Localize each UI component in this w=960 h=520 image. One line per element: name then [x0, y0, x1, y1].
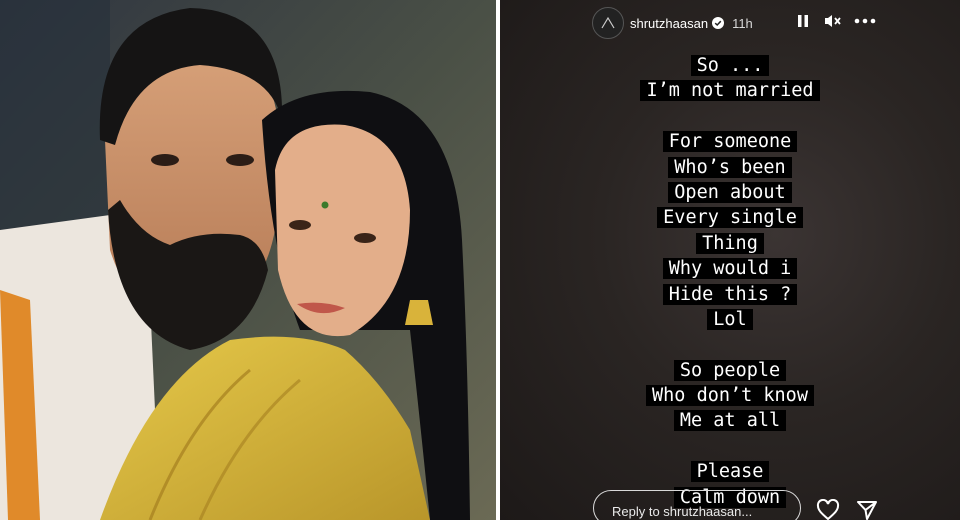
story-username[interactable]: shrutzhaasan	[630, 16, 708, 31]
story-line: Please	[690, 461, 770, 483]
story-line: Who’s been	[668, 156, 792, 178]
mute-icon[interactable]	[824, 13, 842, 29]
instagram-story[interactable]: shrutzhaasan 11h So ... I’m not married …	[500, 0, 960, 520]
story-text: So ... I’m not married For someone Who’s…	[500, 53, 960, 510]
reply-input[interactable]: Reply to shrutzhaasan...	[593, 490, 801, 520]
story-line: Who don’t know	[646, 385, 814, 407]
couple-photo	[0, 0, 496, 520]
story-line: Me at all	[673, 410, 787, 432]
story-line: Lol	[707, 308, 753, 330]
avatar-icon[interactable]	[592, 7, 624, 39]
send-icon[interactable]	[856, 499, 878, 520]
story-line: Thing	[696, 232, 764, 254]
reply-placeholder: Reply to shrutzhaasan...	[612, 504, 753, 519]
story-line: Every single	[657, 207, 803, 229]
verified-icon	[712, 17, 725, 29]
heart-icon[interactable]	[816, 499, 840, 520]
story-line: For someone	[662, 131, 798, 153]
story-line: Open about	[668, 181, 792, 203]
story-line: Why would i	[662, 258, 798, 280]
more-icon[interactable]	[854, 13, 876, 29]
story-header: shrutzhaasan 11h	[592, 7, 940, 39]
pause-icon[interactable]	[796, 13, 810, 29]
story-line: I’m not married	[640, 80, 820, 102]
story-line: So people	[673, 359, 787, 381]
story-line: Hide this ?	[662, 283, 798, 305]
story-time: 11h	[732, 15, 753, 31]
story-line: So ...	[690, 55, 770, 76]
